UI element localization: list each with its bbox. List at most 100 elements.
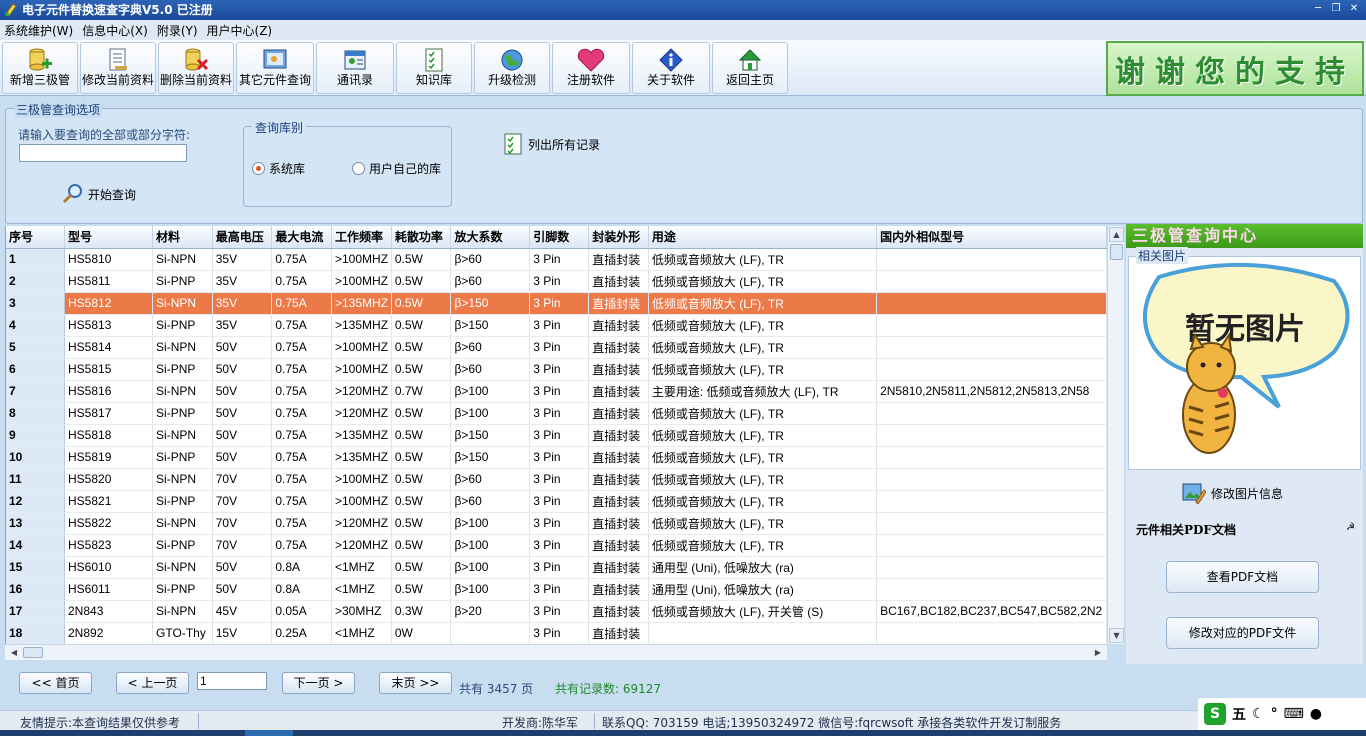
table-cell[interactable]: 2N843 (64, 600, 154, 623)
column-header[interactable]: 国内外相似型号 (876, 226, 1107, 249)
table-cell[interactable]: β>150 (450, 292, 531, 315)
table-row[interactable]: 4 HS5813 Si-PNP 35V 0.75A >135MHZ 0.5W β>150 3 P… (6, 314, 1107, 337)
menu-info[interactable]: 信息中心(X) (82, 22, 153, 39)
table-cell[interactable] (450, 622, 531, 644)
table-cell[interactable]: 3 Pin (529, 578, 590, 601)
table-cell[interactable]: 0.5W (391, 512, 452, 535)
table-cell[interactable]: Si-PNP (152, 446, 213, 469)
table-cell[interactable]: 直插封装 (588, 556, 649, 579)
table-cell[interactable]: 3 Pin (529, 446, 590, 469)
table-cell[interactable]: Si-NPN (152, 424, 213, 447)
column-header[interactable]: 工作频率 (331, 226, 392, 249)
table-cell[interactable]: >100MHZ (331, 248, 392, 271)
delete-record-button[interactable]: 删除当前资料 (158, 42, 234, 94)
table-cell[interactable]: GTO-Thy (152, 622, 213, 644)
table-cell[interactable]: >100MHZ (331, 490, 392, 513)
menu-user[interactable]: 用户中心(Z) (207, 22, 278, 39)
table-cell[interactable]: >120MHZ (331, 380, 392, 403)
table-cell[interactable]: β>60 (450, 336, 531, 359)
table-cell[interactable]: 50V (212, 556, 273, 579)
table-cell[interactable]: 直插封装 (588, 248, 649, 271)
table-cell[interactable]: 0.75A (271, 270, 332, 293)
table-row[interactable]: 15 HS6010 Si-NPN 50V 0.8A <1MHZ 0.5W β>100 3 Pin… (6, 556, 1107, 579)
table-cell[interactable]: 3 Pin (529, 402, 590, 425)
restore-icon[interactable]: ❐ (1328, 2, 1344, 16)
moon-icon[interactable]: ☾ (1252, 706, 1265, 722)
table-cell[interactable]: 3 Pin (529, 512, 590, 535)
row-index[interactable]: 13 (6, 512, 65, 535)
row-index[interactable]: 17 (6, 600, 65, 623)
table-cell[interactable]: 0.5W (391, 446, 452, 469)
table-cell[interactable]: 3 Pin (529, 600, 590, 623)
column-header[interactable]: 封装外形 (588, 226, 649, 249)
table-row[interactable]: 12 HS5821 Si-PNP 70V 0.75A >100MHZ 0.5W β>60 3 P… (6, 490, 1107, 513)
table-row[interactable]: 16 HS6011 Si-PNP 50V 0.8A <1MHZ 0.5W β>100 3 Pin… (6, 578, 1107, 601)
table-cell[interactable]: Si-PNP (152, 578, 213, 601)
start-query-button[interactable]: 开始查询 (62, 182, 136, 206)
table-cell[interactable]: 0.8A (271, 578, 332, 601)
table-cell[interactable]: 50V (212, 358, 273, 381)
table-cell[interactable]: 3 Pin (529, 270, 590, 293)
horizontal-scrollbar[interactable]: ◀ ▶ (5, 644, 1107, 660)
table-cell[interactable]: 0.75A (271, 336, 332, 359)
table-cell[interactable]: β>100 (450, 402, 531, 425)
contacts-button[interactable]: 通讯录 (316, 42, 394, 94)
table-cell[interactable]: 50V (212, 424, 273, 447)
row-index[interactable]: 2 (6, 270, 65, 293)
column-header[interactable]: 最大电流 (271, 226, 332, 249)
table-cell[interactable]: β>60 (450, 270, 531, 293)
table-cell[interactable] (876, 248, 1107, 271)
table-cell[interactable]: 直插封装 (588, 270, 649, 293)
sogou-icon[interactable]: S (1204, 703, 1226, 725)
table-cell[interactable]: 0.75A (271, 446, 332, 469)
table-cell[interactable]: 35V (212, 314, 273, 337)
table-cell[interactable] (876, 446, 1107, 469)
table-cell[interactable]: 0.25A (271, 622, 332, 644)
table-cell[interactable]: 0.75A (271, 358, 332, 381)
table-cell[interactable]: Si-PNP (152, 490, 213, 513)
table-cell[interactable]: 3 Pin (529, 622, 590, 644)
table-cell[interactable] (876, 468, 1107, 491)
table-cell[interactable]: 70V (212, 534, 273, 557)
table-cell[interactable]: >120MHZ (331, 512, 392, 535)
row-index[interactable]: 15 (6, 556, 65, 579)
table-cell[interactable]: β>60 (450, 248, 531, 271)
table-row[interactable]: 14 HS5823 Si-PNP 70V 0.75A >120MHZ 0.5W β>100 3 … (6, 534, 1107, 557)
table-row[interactable]: 2 HS5811 Si-PNP 35V 0.75A >100MHZ 0.5W β>60 3 Pi… (6, 270, 1107, 293)
table-row[interactable]: 8 HS5817 Si-PNP 50V 0.75A >120MHZ 0.5W β>100 3 P… (6, 402, 1107, 425)
other-components-button[interactable]: 其它元件查询 (236, 42, 314, 94)
table-cell[interactable]: 通用型 (Uni), 低噪放大 (ra) (648, 578, 878, 601)
table-cell[interactable]: β>100 (450, 380, 531, 403)
results-grid[interactable]: 序号 型号 材料 最高电压 最大电流 工作频率 耗散功率 放大系数 引脚数 封装外形 用途 国内外相似… (5, 226, 1107, 644)
page-number-input[interactable] (197, 672, 267, 690)
row-index[interactable]: 8 (6, 402, 65, 425)
table-cell[interactable]: 0.5W (391, 358, 452, 381)
table-cell[interactable]: 直插封装 (588, 578, 649, 601)
row-index[interactable]: 6 (6, 358, 65, 381)
table-cell[interactable]: 3 Pin (529, 248, 590, 271)
row-index[interactable]: 4 (6, 314, 65, 337)
table-cell[interactable]: 直插封装 (588, 314, 649, 337)
table-cell[interactable]: <1MHZ (331, 556, 392, 579)
table-cell[interactable]: Si-NPN (152, 292, 213, 315)
table-cell[interactable]: HS5820 (64, 468, 154, 491)
table-cell[interactable]: 0.5W (391, 556, 452, 579)
table-cell[interactable]: HS5811 (64, 270, 154, 293)
table-cell[interactable]: <1MHZ (331, 578, 392, 601)
edit-picture-button[interactable]: 修改图片信息 (1182, 482, 1283, 504)
table-row[interactable]: 5 HS5814 Si-NPN 50V 0.75A >100MHZ 0.5W β>60 3 Pi… (6, 336, 1107, 359)
table-cell[interactable]: 0.3W (391, 600, 452, 623)
table-row[interactable]: 18 2N892 GTO-Thy 15V 0.25A <1MHZ 0W 3 Pin 直插封装 (6, 622, 1107, 644)
table-cell[interactable]: HS5817 (64, 402, 154, 425)
table-cell[interactable]: 低频或音频放大 (LF), TR (648, 446, 878, 469)
table-cell[interactable]: 低频或音频放大 (LF), TR (648, 402, 878, 425)
table-cell[interactable] (876, 622, 1107, 644)
table-cell[interactable]: HS5819 (64, 446, 154, 469)
table-cell[interactable]: 70V (212, 512, 273, 535)
table-cell[interactable]: 45V (212, 600, 273, 623)
table-cell[interactable]: 0.5W (391, 424, 452, 447)
table-cell[interactable]: 直插封装 (588, 534, 649, 557)
row-index[interactable]: 9 (6, 424, 65, 447)
row-index[interactable]: 18 (6, 622, 65, 644)
table-cell[interactable]: 35V (212, 292, 273, 315)
